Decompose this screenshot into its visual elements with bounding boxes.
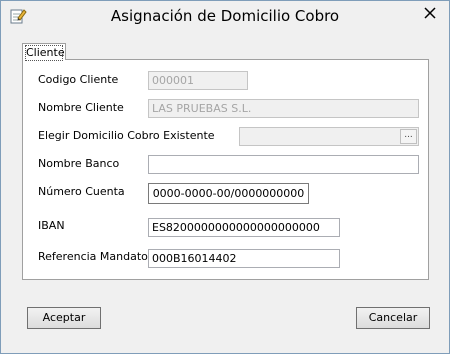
cancelar-button[interactable]: Cancelar [356, 307, 430, 329]
tab-cliente[interactable]: Cliente [22, 43, 66, 61]
browse-domicilio-button[interactable]: ... [400, 129, 417, 144]
close-button[interactable] [419, 4, 441, 24]
nombre-cliente-field[interactable]: LAS PRUEBAS S.L. [148, 99, 419, 118]
iban-label: IBAN [38, 219, 65, 232]
dialog-window: Asignación de Domicilio Cobro Cliente Co… [0, 0, 450, 354]
window-title: Asignación de Domicilio Cobro [110, 7, 340, 25]
referencia-mandato-label: Referencia Mandato [38, 250, 148, 263]
numero-cuenta-label: Número Cuenta [38, 185, 125, 198]
codigo-cliente-label: Codigo Cliente [38, 73, 119, 86]
nombre-cliente-label: Nombre Cliente [38, 101, 124, 114]
tab-cliente-label: Cliente [25, 45, 65, 61]
referencia-mandato-field[interactable]: 000B16014402 [148, 249, 340, 268]
elegir-domicilio-label: Elegir Domicilio Cobro Existente [38, 129, 215, 142]
aceptar-button[interactable]: Aceptar [27, 307, 101, 329]
codigo-cliente-field[interactable]: 000001 [148, 71, 248, 90]
iban-field[interactable]: ES8200000000000000000000 [148, 218, 340, 237]
cliente-panel: Codigo Cliente 000001 Nombre Cliente LAS… [22, 59, 429, 280]
elegir-domicilio-field[interactable] [239, 127, 419, 146]
title-bar[interactable]: Asignación de Domicilio Cobro [1, 1, 449, 33]
nombre-banco-field[interactable] [148, 155, 419, 174]
close-icon [424, 6, 436, 22]
nombre-banco-label: Nombre Banco [38, 157, 120, 170]
numero-cuenta-field[interactable]: 0000-0000-00/0000000000 [148, 183, 309, 204]
